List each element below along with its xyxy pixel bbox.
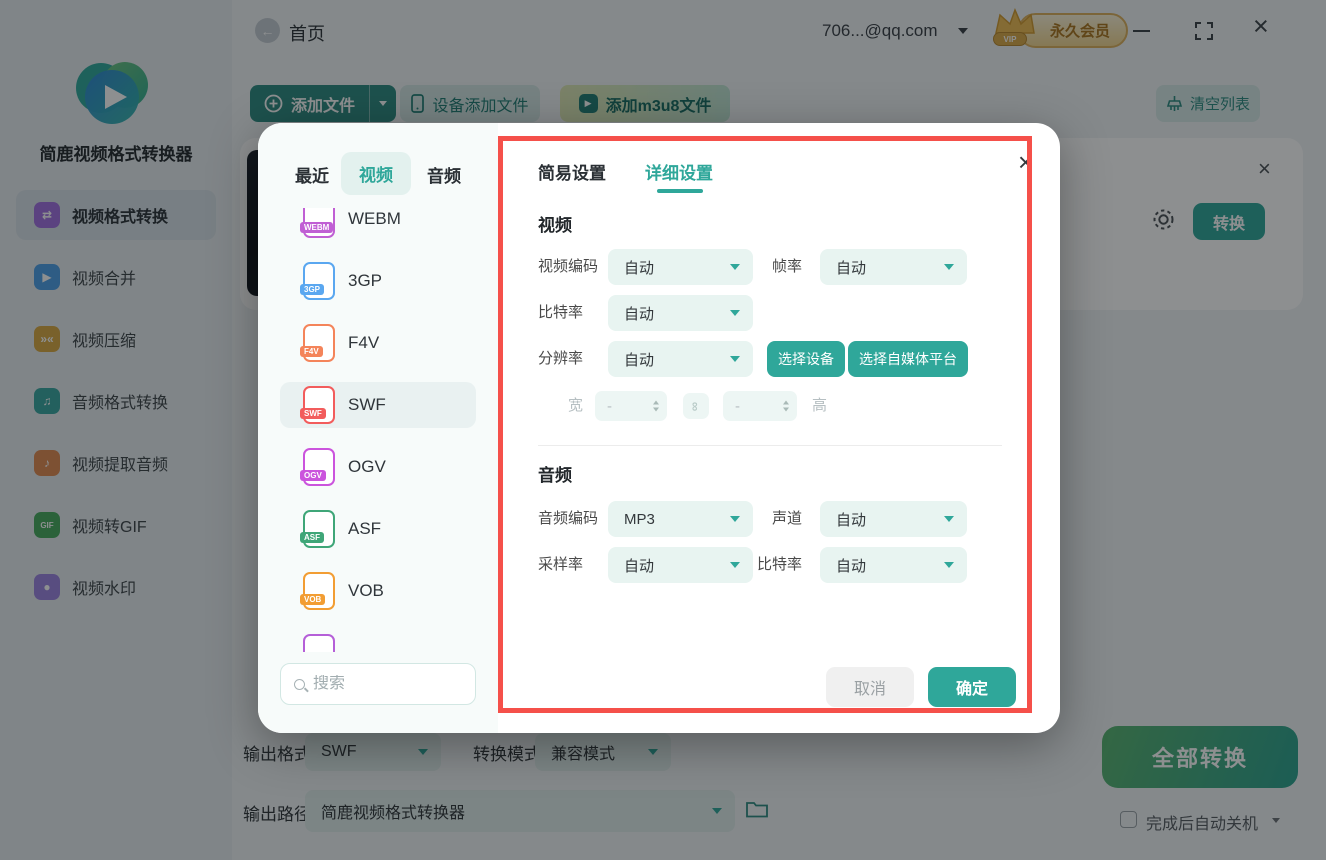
stepper-arrows-icon[interactable] — [783, 400, 789, 412]
video-codec-label: 视频编码 — [538, 258, 599, 275]
framerate-value: 自动 — [836, 259, 867, 277]
tab-simple-settings[interactable]: 简易设置 — [538, 159, 606, 184]
stepper-arrows-icon[interactable] — [653, 400, 659, 412]
audio-section-heading: 音频 — [538, 466, 572, 485]
format-list-item[interactable]: OGV OGV — [280, 444, 476, 490]
format-list-item[interactable]: F4V F4V — [280, 320, 476, 366]
file-type-icon: SWF — [300, 386, 335, 424]
video-codec-value: 自动 — [624, 259, 655, 277]
search-icon — [294, 678, 305, 690]
width-stepper[interactable]: - — [595, 391, 667, 421]
select-device-button[interactable]: 选择设备 — [767, 341, 845, 377]
format-list-item[interactable]: SWF SWF — [280, 382, 476, 428]
format-list-item[interactable]: WEBM WEBM — [280, 208, 476, 242]
file-type-icon: VOB — [300, 572, 335, 610]
file-type-icon: WEBM — [300, 208, 335, 238]
bitrate-select[interactable]: 自动 — [608, 295, 753, 331]
select-platform-button[interactable]: 选择自媒体平台 — [848, 341, 968, 377]
format-name: WEBM — [348, 209, 401, 228]
resolution-select[interactable]: 自动 — [608, 341, 753, 377]
format-name: 3GP — [348, 271, 383, 290]
width-value: - — [607, 397, 612, 415]
framerate-label: 帧率 — [771, 258, 802, 275]
resolution-label: 分辨率 — [538, 350, 584, 367]
app-window: 简鹿视频格式转换器 ⇄ 视频格式转换 ▶ 视频合并 »« 视频压缩 ♫ 音频格式… — [0, 0, 1326, 860]
file-type-icon: OGV — [300, 448, 335, 486]
format-name: SWF — [348, 395, 386, 414]
format-list-item[interactable]: ASF ASF — [280, 506, 476, 552]
bitrate-value: 自动 — [624, 305, 655, 323]
bitrate-label: 比特率 — [538, 304, 584, 321]
active-tab-underline — [657, 189, 703, 193]
cancel-button[interactable]: 取消 — [826, 667, 914, 707]
samplerate-select[interactable]: 自动 — [608, 547, 753, 583]
format-chooser-panel: 最近 视频 音频 WEBM WEBM 3GP 3GP F4V F4V SWF S… — [258, 123, 498, 733]
channel-select[interactable]: 自动 — [820, 501, 967, 537]
format-name: ASF — [348, 519, 382, 538]
samplerate-label: 采样率 — [538, 556, 584, 573]
format-list: WEBM WEBM 3GP 3GP F4V F4V SWF SWF OGV OG… — [258, 208, 498, 614]
dialog-close-icon[interactable]: × — [1018, 149, 1033, 175]
height-stepper[interactable]: - — [723, 391, 797, 421]
audio-bitrate-select[interactable]: 自动 — [820, 547, 967, 583]
framerate-select[interactable]: 自动 — [820, 249, 967, 285]
video-section-heading: 视频 — [538, 216, 572, 235]
format-list-viewport: WEBM WEBM 3GP 3GP F4V F4V SWF SWF OGV OG… — [258, 208, 498, 652]
format-name: F4V — [348, 333, 380, 352]
format-search — [280, 663, 476, 705]
tab-video[interactable]: 视频 — [341, 152, 411, 195]
audio-codec-label: 音频编码 — [538, 510, 599, 527]
audio-codec-select[interactable]: MP3 — [608, 501, 753, 537]
tab-recent[interactable]: 最近 — [295, 162, 329, 187]
tab-detailed-settings[interactable]: 详细设置 — [645, 159, 713, 184]
chevron-down-icon — [944, 516, 954, 522]
search-input[interactable] — [313, 675, 453, 693]
channel-label: 声道 — [771, 510, 802, 527]
chevron-down-icon — [944, 264, 954, 270]
format-list-item-partial[interactable] — [280, 630, 476, 652]
file-type-icon — [303, 634, 335, 652]
tab-audio[interactable]: 音频 — [427, 162, 461, 187]
format-settings-dialog: 最近 视频 音频 WEBM WEBM 3GP 3GP F4V F4V SWF S… — [258, 123, 1060, 733]
file-type-icon: 3GP — [300, 262, 335, 300]
resolution-value: 自动 — [624, 351, 655, 369]
height-value: - — [735, 397, 740, 415]
aspect-link-icon[interactable]: ∞ — [683, 393, 709, 419]
audio-bitrate-value: 自动 — [836, 557, 867, 575]
channel-value: 自动 — [836, 511, 867, 529]
audio-bitrate-label: 比特率 — [756, 556, 802, 573]
video-codec-select[interactable]: 自动 — [608, 249, 753, 285]
file-type-icon: F4V — [300, 324, 335, 362]
format-list-item[interactable]: VOB VOB — [280, 568, 476, 614]
width-label: 宽 — [568, 397, 584, 414]
section-divider — [538, 445, 1002, 446]
confirm-button[interactable]: 确定 — [928, 667, 1016, 707]
format-name: VOB — [348, 581, 384, 600]
samplerate-value: 自动 — [624, 557, 655, 575]
file-type-icon: ASF — [300, 510, 335, 548]
audio-codec-value: MP3 — [624, 510, 655, 528]
format-list-item[interactable]: 3GP 3GP — [280, 258, 476, 304]
format-name: OGV — [348, 457, 386, 476]
height-label: 高 — [812, 397, 828, 414]
chevron-down-icon — [730, 356, 740, 362]
chevron-down-icon — [944, 562, 954, 568]
chevron-down-icon — [730, 310, 740, 316]
